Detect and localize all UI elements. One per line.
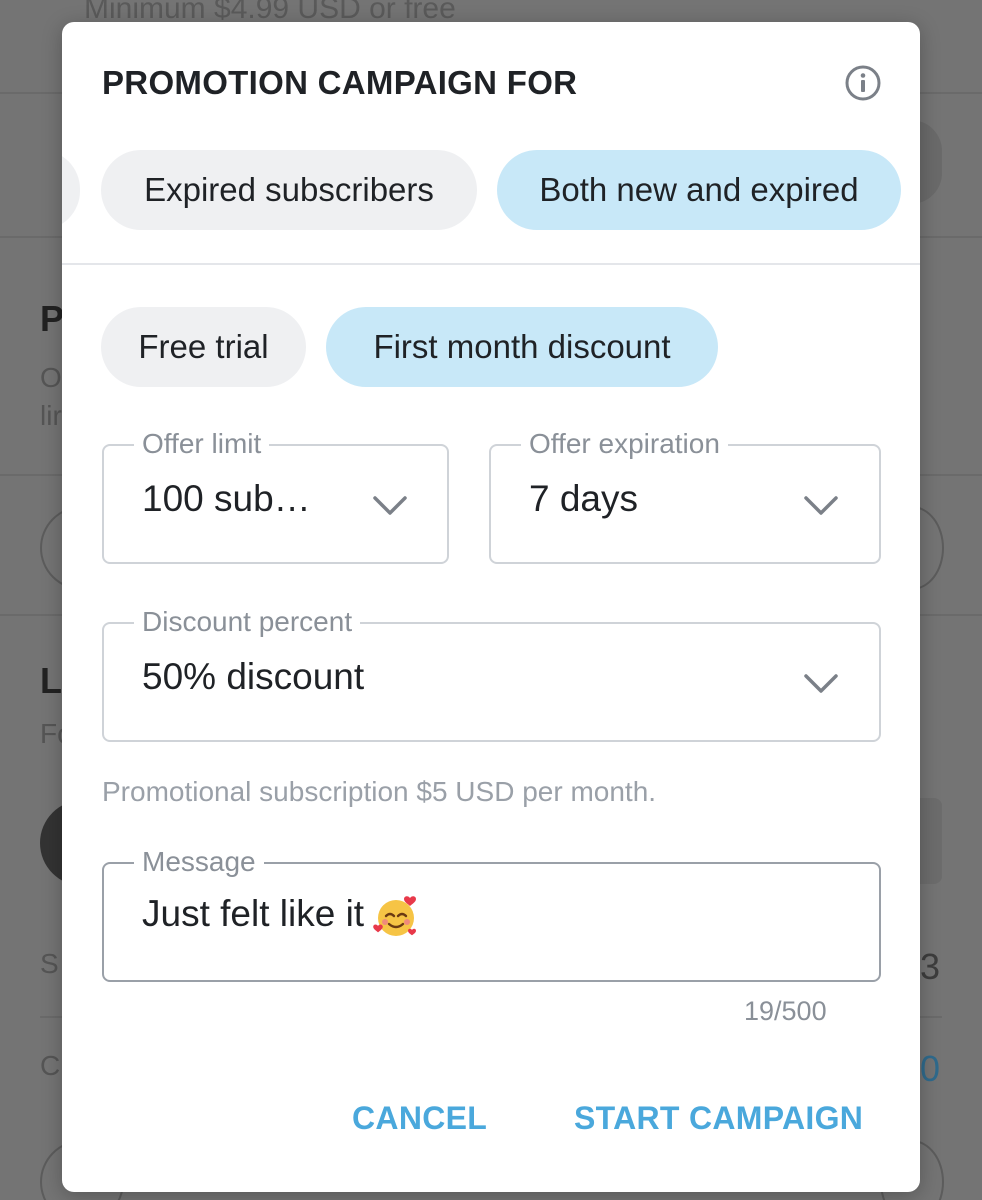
background-text-fragment: 0 xyxy=(920,1048,941,1089)
audience-chip-expired-subscribers[interactable]: Expired subscribers xyxy=(101,150,477,230)
offer-expiration-value: 7 days xyxy=(529,478,639,519)
discount-percent-value: 50% discount xyxy=(142,656,365,697)
dialog-title: PROMOTION CAMPAIGN FOR xyxy=(102,64,578,101)
promotion-campaign-dialog: PROMOTION CAMPAIGN FOR Expired subscribe… xyxy=(62,22,920,1192)
cancel-button[interactable]: CANCEL xyxy=(352,1100,487,1137)
audience-chip-new-subscribers[interactable] xyxy=(62,150,80,230)
offer-limit-label: Offer limit xyxy=(134,426,270,462)
background-heading-fragment: L xyxy=(40,660,62,701)
offer-limit-select[interactable]: Offer limit 100 sub… xyxy=(102,426,449,564)
message-char-counter: 19/500 xyxy=(744,996,827,1026)
start-campaign-button[interactable]: START CAMPAIGN xyxy=(574,1100,863,1137)
message-input-value[interactable]: Just felt like it xyxy=(142,892,420,940)
info-icon[interactable] xyxy=(844,64,882,102)
offer-expiration-label: Offer expiration xyxy=(521,426,728,462)
chevron-down-icon xyxy=(804,496,838,515)
background-text-fragment: 3 xyxy=(920,946,941,987)
discount-percent-label: Discount percent xyxy=(134,604,361,640)
message-text: Just felt like it xyxy=(142,892,365,934)
message-label: Message xyxy=(134,844,264,880)
discount-percent-select[interactable]: Discount percent 50% discount xyxy=(102,604,881,742)
background-text-fragment: C xyxy=(40,1050,61,1081)
promotional-price-helper: Promotional subscription $5 USD per mont… xyxy=(102,776,657,807)
chevron-down-icon xyxy=(373,496,407,515)
offer-expiration-select[interactable]: Offer expiration 7 days xyxy=(489,426,881,564)
smiling-face-with-hearts-icon xyxy=(373,896,417,936)
offer-limit-value: 100 sub… xyxy=(142,478,311,519)
background-text-fragment: O xyxy=(40,362,62,393)
message-field[interactable]: Message Just felt like it xyxy=(102,844,881,982)
background-heading-fragment: P xyxy=(40,298,65,339)
background-text-fragment: S xyxy=(40,948,59,979)
type-chip-free-trial[interactable]: Free trial xyxy=(101,307,306,387)
type-chip-first-month-discount[interactable]: First month discount xyxy=(326,307,718,387)
background-text-fragment: lir xyxy=(40,400,62,431)
section-divider xyxy=(62,263,920,265)
chevron-down-icon xyxy=(804,674,838,693)
audience-chip-both[interactable]: Both new and expired xyxy=(497,150,901,230)
